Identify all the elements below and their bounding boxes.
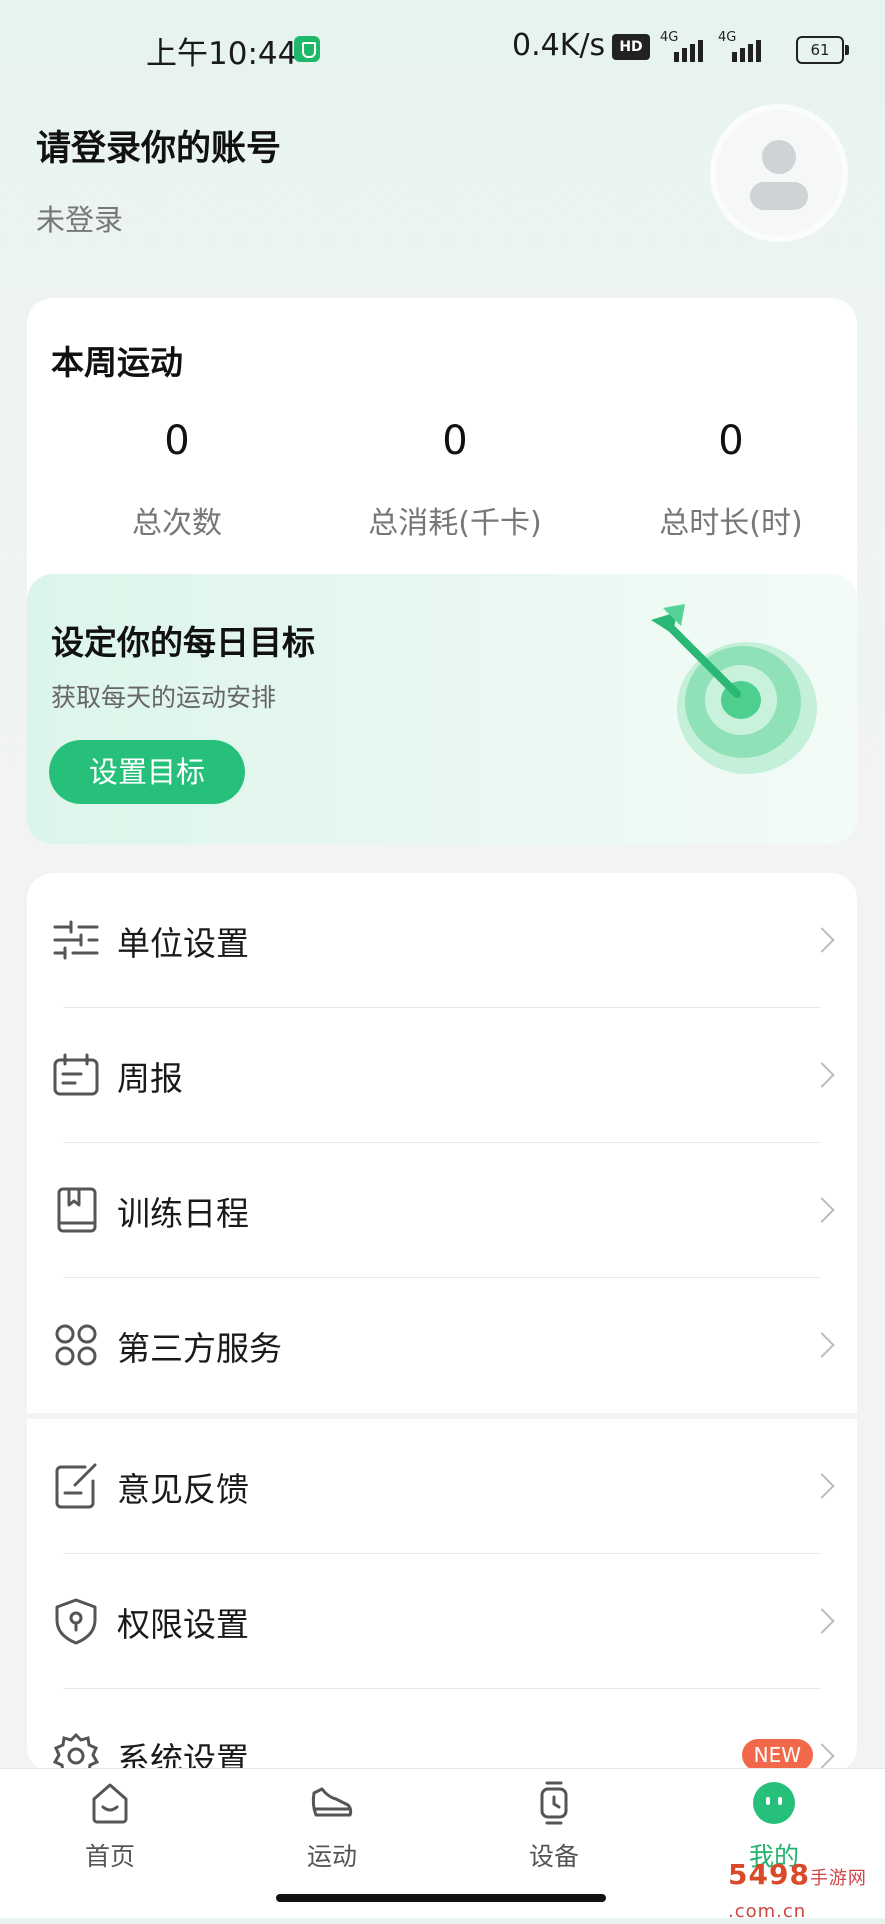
menu-item-label: 权限设置 bbox=[117, 1605, 249, 1644]
stat-total-count: 0 总次数 bbox=[37, 418, 317, 542]
stat-value: 0 bbox=[442, 418, 468, 464]
network-speed: 0.4K/s bbox=[512, 28, 606, 63]
set-goal-button[interactable]: 设置目标 bbox=[49, 740, 245, 804]
feedback-icon bbox=[55, 1463, 97, 1509]
home-icon bbox=[92, 1783, 128, 1824]
stat-value: 0 bbox=[164, 418, 190, 464]
tab-exercise[interactable]: 运动 bbox=[252, 1779, 412, 1873]
goal-title: 设定你的每日目标 bbox=[51, 623, 315, 662]
chevron-right-icon bbox=[809, 1743, 835, 1769]
weekly-stats-card: 本周运动 0 总次数 0 总消耗(千卡) 0 总时长(时) 设定你的每日目标 获… bbox=[27, 298, 857, 844]
tab-label: 运动 bbox=[306, 1842, 357, 1871]
smile-icon bbox=[753, 1782, 795, 1824]
hd-icon: HD bbox=[612, 34, 650, 60]
menu-item-third-party[interactable]: 第三方服务 bbox=[27, 1278, 857, 1413]
grid-icon bbox=[55, 1324, 97, 1366]
stat-label: 总消耗(千卡) bbox=[368, 506, 542, 541]
menu-item-feedback[interactable]: 意见反馈 bbox=[27, 1419, 857, 1554]
avatar-head-icon bbox=[762, 140, 796, 174]
home-indicator bbox=[276, 1894, 606, 1902]
sliders-icon bbox=[53, 920, 99, 960]
menu-item-label: 训练日程 bbox=[117, 1194, 249, 1233]
menu-item-label: 第三方服务 bbox=[117, 1329, 282, 1368]
shoe-icon bbox=[311, 1787, 353, 1817]
settings-menu: 单位设置 周报 训练日程 第三方服务 意见反馈 权限设置 系统设置 NEW bbox=[27, 873, 857, 1773]
tab-home[interactable]: 首页 bbox=[30, 1779, 190, 1873]
tab-label: 设备 bbox=[528, 1842, 579, 1871]
stat-total-calories: 0 总消耗(千卡) bbox=[315, 418, 595, 542]
gear-icon bbox=[52, 1732, 100, 1773]
stat-total-duration: 0 总时长(时) bbox=[591, 418, 871, 542]
target-icon bbox=[651, 604, 817, 774]
menu-item-label: 意见反馈 bbox=[117, 1470, 249, 1509]
signal-icon-2: 4G bbox=[718, 30, 770, 62]
chevron-right-icon bbox=[809, 927, 835, 953]
shield-badge-icon bbox=[294, 36, 320, 62]
tab-label: 首页 bbox=[84, 1842, 135, 1871]
book-icon bbox=[57, 1187, 97, 1233]
status-time: 上午10:44 bbox=[146, 36, 298, 72]
watermark-logo: 5498手游网 .com.cn bbox=[728, 1858, 867, 1924]
watch-icon bbox=[540, 1781, 568, 1825]
menu-item-permissions[interactable]: 权限设置 bbox=[27, 1554, 857, 1689]
menu-item-label: 周报 bbox=[117, 1059, 183, 1098]
menu-item-unit-settings[interactable]: 单位设置 bbox=[27, 873, 857, 1008]
avatar[interactable] bbox=[716, 110, 842, 236]
stat-label: 总次数 bbox=[132, 506, 222, 541]
chevron-right-icon bbox=[809, 1197, 835, 1223]
new-badge: NEW bbox=[741, 1739, 813, 1771]
login-prompt[interactable]: 请登录你的账号 未登录 bbox=[36, 120, 281, 239]
watermark-site: 手游网 bbox=[809, 1868, 867, 1889]
shield-lock-icon bbox=[55, 1598, 97, 1645]
login-title[interactable]: 请登录你的账号 bbox=[36, 120, 281, 171]
avatar-body-icon bbox=[750, 182, 808, 210]
menu-item-weekly-report[interactable]: 周报 bbox=[27, 1008, 857, 1143]
goal-subtitle: 获取每天的运动安排 bbox=[51, 683, 277, 712]
chevron-right-icon bbox=[809, 1332, 835, 1358]
calendar-icon bbox=[53, 1053, 99, 1096]
chevron-right-icon bbox=[809, 1473, 835, 1499]
login-status: 未登录 bbox=[36, 203, 124, 237]
menu-item-system-settings[interactable]: 系统设置 NEW bbox=[27, 1689, 857, 1773]
stat-value: 0 bbox=[718, 418, 744, 464]
chevron-right-icon bbox=[809, 1608, 835, 1634]
weekly-stats-title: 本周运动 bbox=[51, 343, 183, 382]
watermark-domain: .com.cn bbox=[728, 1901, 807, 1922]
chevron-right-icon bbox=[809, 1062, 835, 1088]
daily-goal-banner: 设定你的每日目标 获取每天的运动安排 设置目标 bbox=[27, 574, 857, 844]
tab-device[interactable]: 设备 bbox=[474, 1779, 634, 1873]
watermark-brand: 5498 bbox=[728, 1858, 810, 1891]
status-bar: 上午10:44 0.4K/s HD 4G 4G 61 bbox=[0, 0, 885, 96]
stat-label: 总时长(时) bbox=[659, 506, 803, 541]
signal-icon: 4G bbox=[660, 30, 712, 62]
menu-item-label: 系统设置 bbox=[117, 1740, 249, 1773]
menu-item-training-schedule[interactable]: 训练日程 bbox=[27, 1143, 857, 1278]
battery-icon: 61 bbox=[796, 36, 849, 64]
menu-item-label: 单位设置 bbox=[117, 924, 249, 963]
